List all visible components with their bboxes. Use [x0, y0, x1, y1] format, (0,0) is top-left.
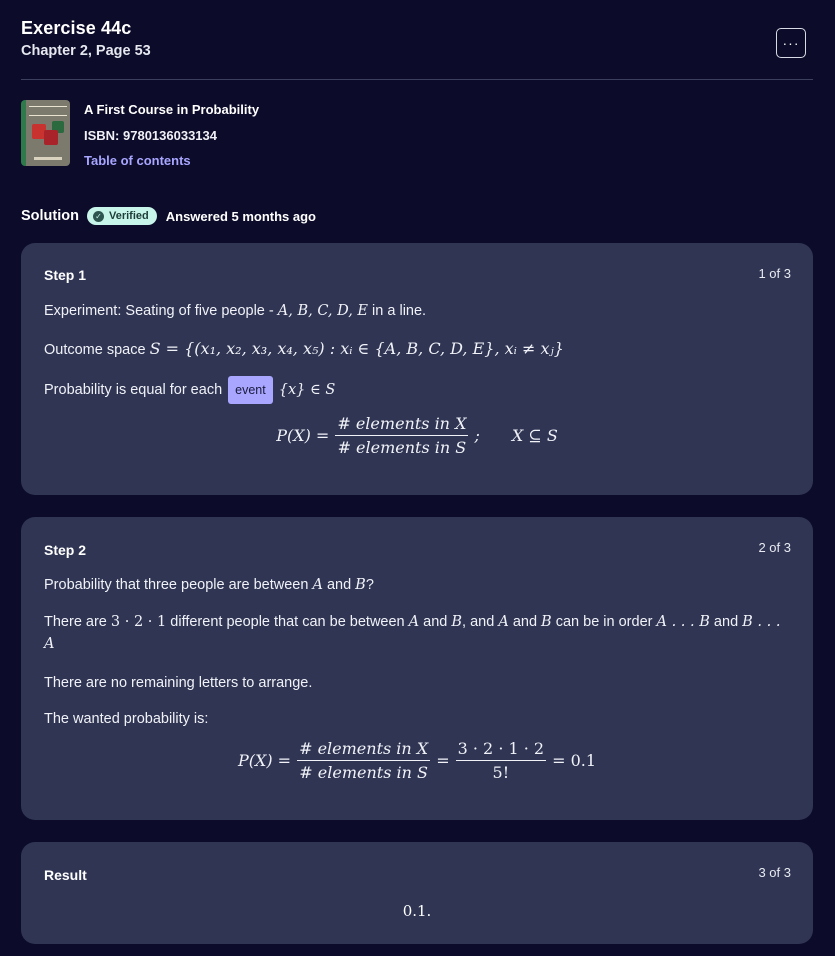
result-value: 0.1. — [402, 902, 432, 920]
result-title: Result — [44, 867, 87, 883]
book-isbn: ISBN: 9780136033134 — [84, 128, 217, 143]
step-card-1: Step 1 1 of 3 Experiment: Seating of fiv… — [21, 243, 813, 495]
step-count: 3 of 3 — [758, 865, 791, 880]
page-title: Exercise 44c — [21, 18, 132, 38]
step-text: There are no remaining letters to arrang… — [44, 675, 313, 691]
verified-badge: ✓ Verified — [87, 207, 157, 225]
book-info: A First Course in Probability ISBN: 9780… — [21, 100, 259, 171]
step-text: Probability that three people are betwee… — [44, 577, 374, 593]
step-formula: P(X) = # elements in X # elements in S =… — [237, 739, 597, 782]
table-of-contents-link[interactable]: Table of contents — [84, 151, 259, 171]
step-text: Probability is equal for each event {x} … — [44, 375, 783, 405]
step-text: Outcome space S = {(x₁, x₂, x₃, x₄, x₅) … — [44, 339, 564, 358]
step-title: Step 1 — [44, 267, 87, 283]
step-text: There are 3 · 2 · 1 different people tha… — [44, 614, 781, 652]
step-card-2: Step 2 2 of 3 Probability that three peo… — [21, 517, 813, 820]
exercise-header: Exercise 44c Chapter 2, Page 53 ··· — [21, 16, 813, 80]
check-icon: ✓ — [93, 210, 104, 222]
step-count: 1 of 3 — [758, 266, 791, 281]
solution-label: Solution — [21, 208, 79, 224]
step-title: Step 2 — [44, 542, 87, 558]
step-text: The wanted probability is: — [44, 711, 209, 727]
page-subtitle: Chapter 2, Page 53 — [21, 43, 151, 59]
more-icon: ··· — [782, 35, 800, 51]
book-cover-image[interactable] — [21, 100, 70, 166]
answered-timestamp: Answered 5 months ago — [165, 208, 316, 224]
solution-header: Solution ✓ Verified Answered 5 months ag… — [21, 207, 316, 225]
event-glossary-chip[interactable]: event — [228, 376, 273, 405]
more-options-button[interactable]: ··· — [776, 28, 806, 58]
verified-label: Verified — [109, 210, 149, 222]
step-text: Experiment: Seating of five people - A, … — [44, 303, 427, 319]
step-count: 2 of 3 — [758, 540, 791, 555]
step-formula: P(X) = # elements in X # elements in S ;… — [276, 414, 558, 457]
result-card: Result 3 of 3 0.1. — [21, 842, 813, 944]
book-title[interactable]: A First Course in Probability — [84, 100, 259, 120]
